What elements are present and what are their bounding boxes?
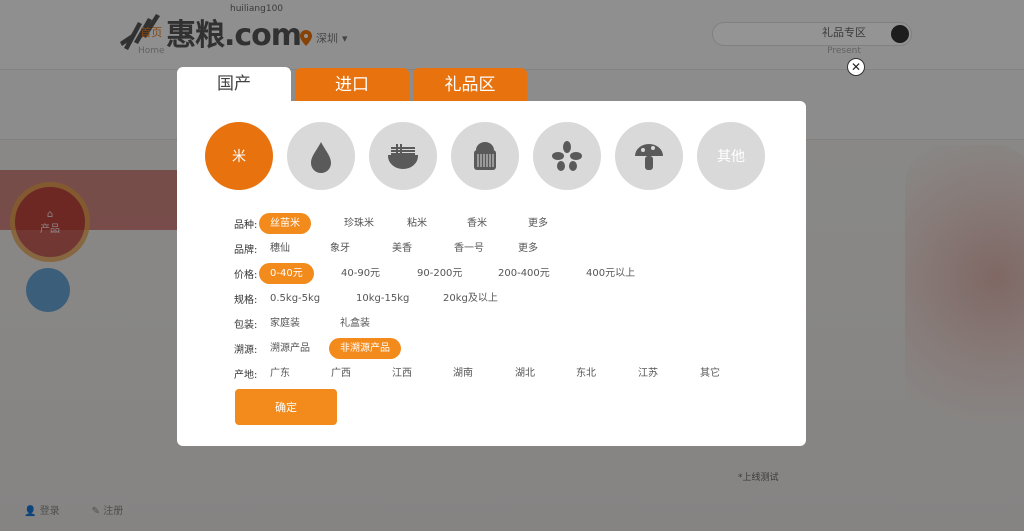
- filter-option[interactable]: 20kg及以上: [432, 288, 509, 309]
- category-rice-label: 米: [232, 149, 246, 165]
- filter-option[interactable]: 400元以上: [575, 263, 646, 284]
- tab-import[interactable]: 进口: [295, 68, 409, 102]
- filter-option[interactable]: 0.5kg-5kg: [259, 288, 331, 309]
- filter-row: 规格: 0.5kg-5kg 10kg-15kg 20kg及以上: [234, 286, 498, 311]
- category-other[interactable]: 其他: [697, 122, 765, 190]
- filter-row: 产地: 广东 广西 江西 湖南 湖北 东北 江苏 其它: [234, 361, 720, 386]
- filter-option[interactable]: 0-40元: [259, 263, 314, 284]
- noodle-bowl-icon: [387, 144, 419, 169]
- filter-option[interactable]: 美香: [381, 238, 423, 259]
- filter-option[interactable]: 湖南: [442, 363, 484, 384]
- oil-drop-icon: [311, 142, 331, 173]
- category-list: 米 其他: [205, 122, 765, 190]
- filter-option[interactable]: 广西: [320, 363, 362, 384]
- category-oil[interactable]: [287, 122, 355, 190]
- filter-row: 价格: 0-40元 40-90元 90-200元 200-400元 400元以上: [234, 261, 635, 286]
- filter-row: 品牌: 穗仙 象牙 美香 香一号 更多: [234, 236, 538, 261]
- filter-option[interactable]: 礼盒装: [329, 313, 381, 334]
- filter-option[interactable]: 200-400元: [487, 263, 561, 284]
- filter-option[interactable]: 广东: [259, 363, 301, 384]
- filter-option[interactable]: 湖北: [504, 363, 546, 384]
- filter-modal: 米 其他 品种: 丝苗米 珍珠米 粘米 香米 更多 品牌: 穗仙 象牙 美香 香一号 更多 价格: 0-4…: [177, 101, 806, 446]
- category-beans[interactable]: [533, 122, 601, 190]
- filter-option[interactable]: 东北: [565, 363, 607, 384]
- filter-option[interactable]: 10kg-15kg: [345, 288, 420, 309]
- filter-option[interactable]: 香一号: [443, 238, 495, 259]
- filter-option[interactable]: 珍珠米: [333, 213, 385, 234]
- category-flour[interactable]: [451, 122, 519, 190]
- category-other-label: 其他: [717, 149, 745, 165]
- filter-option[interactable]: 溯源产品: [259, 338, 321, 359]
- filter-row: 包装: 家庭装 礼盒装: [234, 311, 370, 336]
- filter-option[interactable]: 非溯源产品: [329, 338, 401, 359]
- filter-option[interactable]: 香米: [456, 213, 498, 234]
- tab-gift[interactable]: 礼品区: [413, 68, 527, 102]
- filter-row: 品种: 丝苗米 珍珠米 粘米 香米 更多: [234, 211, 548, 236]
- filter-option[interactable]: 象牙: [319, 238, 361, 259]
- flour-jar-icon: [474, 142, 496, 170]
- filter-option[interactable]: 丝苗米: [259, 213, 311, 234]
- filter-option[interactable]: 粘米: [396, 213, 438, 234]
- category-rice[interactable]: 米: [205, 122, 273, 190]
- filter-option[interactable]: 40-90元: [330, 263, 391, 284]
- confirm-button[interactable]: 确定: [235, 389, 337, 425]
- mushroom-icon: [635, 144, 663, 170]
- seeds-icon: [552, 141, 582, 171]
- filter-option[interactable]: 其它: [689, 363, 731, 384]
- filter-option[interactable]: 江西: [381, 363, 423, 384]
- filter-option[interactable]: 更多: [517, 213, 559, 234]
- filter-option[interactable]: 更多: [507, 238, 549, 259]
- filter-option[interactable]: 江苏: [627, 363, 669, 384]
- tab-domestic[interactable]: 国产: [177, 67, 291, 103]
- filter-option[interactable]: 家庭装: [259, 313, 311, 334]
- filter-row: 溯源: 溯源产品 非溯源产品: [234, 336, 401, 361]
- filter-rows: 品种: 丝苗米 珍珠米 粘米 香米 更多 品牌: 穗仙 象牙 美香 香一号 更多 价格: 0-40元 40-…: [234, 211, 720, 386]
- category-noodle[interactable]: [369, 122, 437, 190]
- close-icon[interactable]: ✕: [847, 58, 865, 76]
- filter-option[interactable]: 90-200元: [406, 263, 473, 284]
- filter-option[interactable]: 穗仙: [259, 238, 301, 259]
- category-mushroom[interactable]: [615, 122, 683, 190]
